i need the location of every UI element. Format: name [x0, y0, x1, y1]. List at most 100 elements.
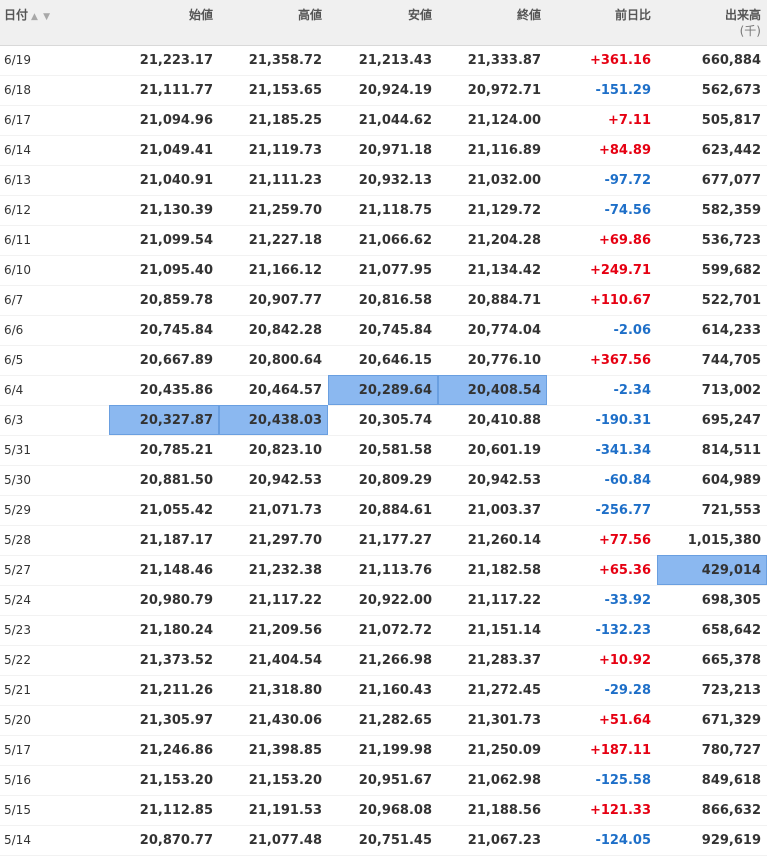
cell-date: 5/16 [4, 773, 31, 787]
cell-close: 21,301.73 [467, 712, 541, 728]
cell-close: 20,408.54 [438, 375, 547, 405]
cell-change: +84.89 [598, 142, 651, 158]
cell-date: 5/31 [4, 443, 31, 457]
cell-high: 21,191.53 [248, 802, 322, 818]
cell-volume: 866,632 [701, 802, 761, 818]
cell-open: 21,187.17 [139, 532, 213, 548]
cell-change: +65.36 [598, 562, 651, 578]
cell-date: 5/17 [4, 743, 31, 757]
table-row: 6/12 21,130.39 21,259.70 21,118.75 21,129.72… [0, 195, 767, 225]
cell-change: -151.29 [595, 82, 651, 98]
cell-close: 21,151.14 [467, 622, 541, 638]
cell-volume: 780,727 [701, 742, 761, 758]
table-row: 5/27 21,148.46 21,232.38 21,113.76 21,182.58… [0, 555, 767, 585]
table-row: 6/17 21,094.96 21,185.25 21,044.62 21,124.00… [0, 105, 767, 135]
cell-open: 20,870.77 [139, 832, 213, 848]
sort-arrows-icon[interactable]: ▲ ▼ [31, 12, 51, 22]
cell-high: 21,209.56 [248, 622, 322, 638]
cell-high: 20,907.77 [248, 292, 322, 308]
cell-change: -2.34 [613, 382, 651, 398]
cell-change: +361.16 [589, 52, 651, 68]
table-row: 5/20 21,305.97 21,430.06 21,282.65 21,301.73… [0, 705, 767, 735]
table-row: 5/31 20,785.21 20,823.10 20,581.58 20,601.19… [0, 435, 767, 465]
cell-high: 21,117.22 [248, 592, 322, 608]
stock-price-table: 日付 ▲ ▼ 始値 高値 安値 終値 前日比 出来高 (千) 6/19 21,223… [0, 0, 767, 856]
header-date[interactable]: 日付 ▲ ▼ [0, 0, 109, 46]
cell-volume: 671,329 [701, 712, 761, 728]
cell-close: 21,129.72 [467, 202, 541, 218]
cell-volume: 814,511 [701, 442, 761, 458]
cell-change: -132.23 [595, 622, 651, 638]
cell-date: 6/6 [4, 323, 24, 337]
cell-open: 21,130.39 [139, 202, 213, 218]
table-row: 6/14 21,049.41 21,119.73 20,971.18 21,116.89… [0, 135, 767, 165]
cell-high: 20,464.57 [248, 382, 322, 398]
cell-volume: 562,673 [701, 82, 761, 98]
cell-open: 21,055.42 [139, 502, 213, 518]
cell-change: +69.86 [598, 232, 651, 248]
cell-open: 21,211.26 [139, 682, 213, 698]
cell-high: 21,232.38 [248, 562, 322, 578]
table-row: 6/3 20,327.87 20,438.03 20,305.74 20,410.88 -… [0, 405, 767, 435]
cell-open: 21,373.52 [139, 652, 213, 668]
cell-close: 21,182.58 [467, 562, 541, 578]
cell-close: 21,283.37 [467, 652, 541, 668]
cell-high: 20,823.10 [248, 442, 322, 458]
cell-close: 20,942.53 [467, 472, 541, 488]
cell-date: 6/5 [4, 353, 24, 367]
table-row: 5/30 20,881.50 20,942.53 20,809.29 20,942.53… [0, 465, 767, 495]
cell-open: 21,094.96 [139, 112, 213, 128]
cell-high: 20,800.64 [248, 352, 322, 368]
header-volume-label: 出来高 [724, 8, 761, 22]
cell-volume: 505,817 [701, 112, 761, 128]
cell-volume: 522,701 [701, 292, 761, 308]
header-change: 前日比 [547, 0, 657, 46]
cell-volume: 1,015,380 [687, 532, 761, 548]
cell-volume: 623,442 [701, 142, 761, 158]
cell-low: 21,113.76 [358, 562, 432, 578]
cell-close: 21,003.37 [467, 502, 541, 518]
table-row: 5/24 20,980.79 21,117.22 20,922.00 21,117.22… [0, 585, 767, 615]
cell-change: +51.64 [598, 712, 651, 728]
table-row: 5/22 21,373.52 21,404.54 21,266.98 21,283.37… [0, 645, 767, 675]
cell-open: 20,785.21 [139, 442, 213, 458]
table-row: 5/23 21,180.24 21,209.56 21,072.72 21,151.14… [0, 615, 767, 645]
cell-low: 21,044.62 [358, 112, 432, 128]
table-body: 6/19 21,223.17 21,358.72 21,213.43 21,333.87… [0, 45, 767, 855]
header-volume: 出来高 (千) [657, 0, 767, 46]
cell-date: 5/27 [4, 563, 31, 577]
cell-high: 20,438.03 [219, 405, 328, 435]
cell-close: 20,410.88 [467, 412, 541, 428]
cell-high: 21,111.23 [248, 172, 322, 188]
cell-change: -256.77 [595, 502, 651, 518]
cell-high: 20,942.53 [248, 472, 322, 488]
cell-date: 5/22 [4, 653, 31, 667]
cell-volume: 677,077 [701, 172, 761, 188]
cell-volume: 429,014 [657, 555, 767, 585]
table-row: 6/4 20,435.86 20,464.57 20,289.64 20,408.54 -… [0, 375, 767, 405]
cell-change: -190.31 [595, 412, 651, 428]
cell-low: 20,751.45 [358, 832, 432, 848]
cell-volume: 713,002 [701, 382, 761, 398]
cell-low: 21,072.72 [358, 622, 432, 638]
cell-close: 21,188.56 [467, 802, 541, 818]
cell-volume: 658,642 [701, 622, 761, 638]
cell-low: 20,646.15 [358, 352, 432, 368]
cell-date: 6/12 [4, 203, 31, 217]
cell-date: 6/13 [4, 173, 31, 187]
cell-open: 20,667.89 [139, 352, 213, 368]
cell-high: 21,358.72 [248, 52, 322, 68]
cell-low: 21,118.75 [358, 202, 432, 218]
cell-low: 21,177.27 [358, 532, 432, 548]
cell-high: 21,153.65 [248, 82, 322, 98]
cell-date: 5/21 [4, 683, 31, 697]
header-row: 日付 ▲ ▼ 始値 高値 安値 終値 前日比 出来高 (千) [0, 0, 767, 46]
cell-date: 6/14 [4, 143, 31, 157]
cell-close: 21,134.42 [467, 262, 541, 278]
cell-low: 21,266.98 [358, 652, 432, 668]
cell-low: 20,932.13 [358, 172, 432, 188]
cell-change: -124.05 [595, 832, 651, 848]
table-row: 5/21 21,211.26 21,318.80 21,160.43 21,272.45… [0, 675, 767, 705]
cell-date: 5/30 [4, 473, 31, 487]
header-open: 始値 [109, 0, 219, 46]
